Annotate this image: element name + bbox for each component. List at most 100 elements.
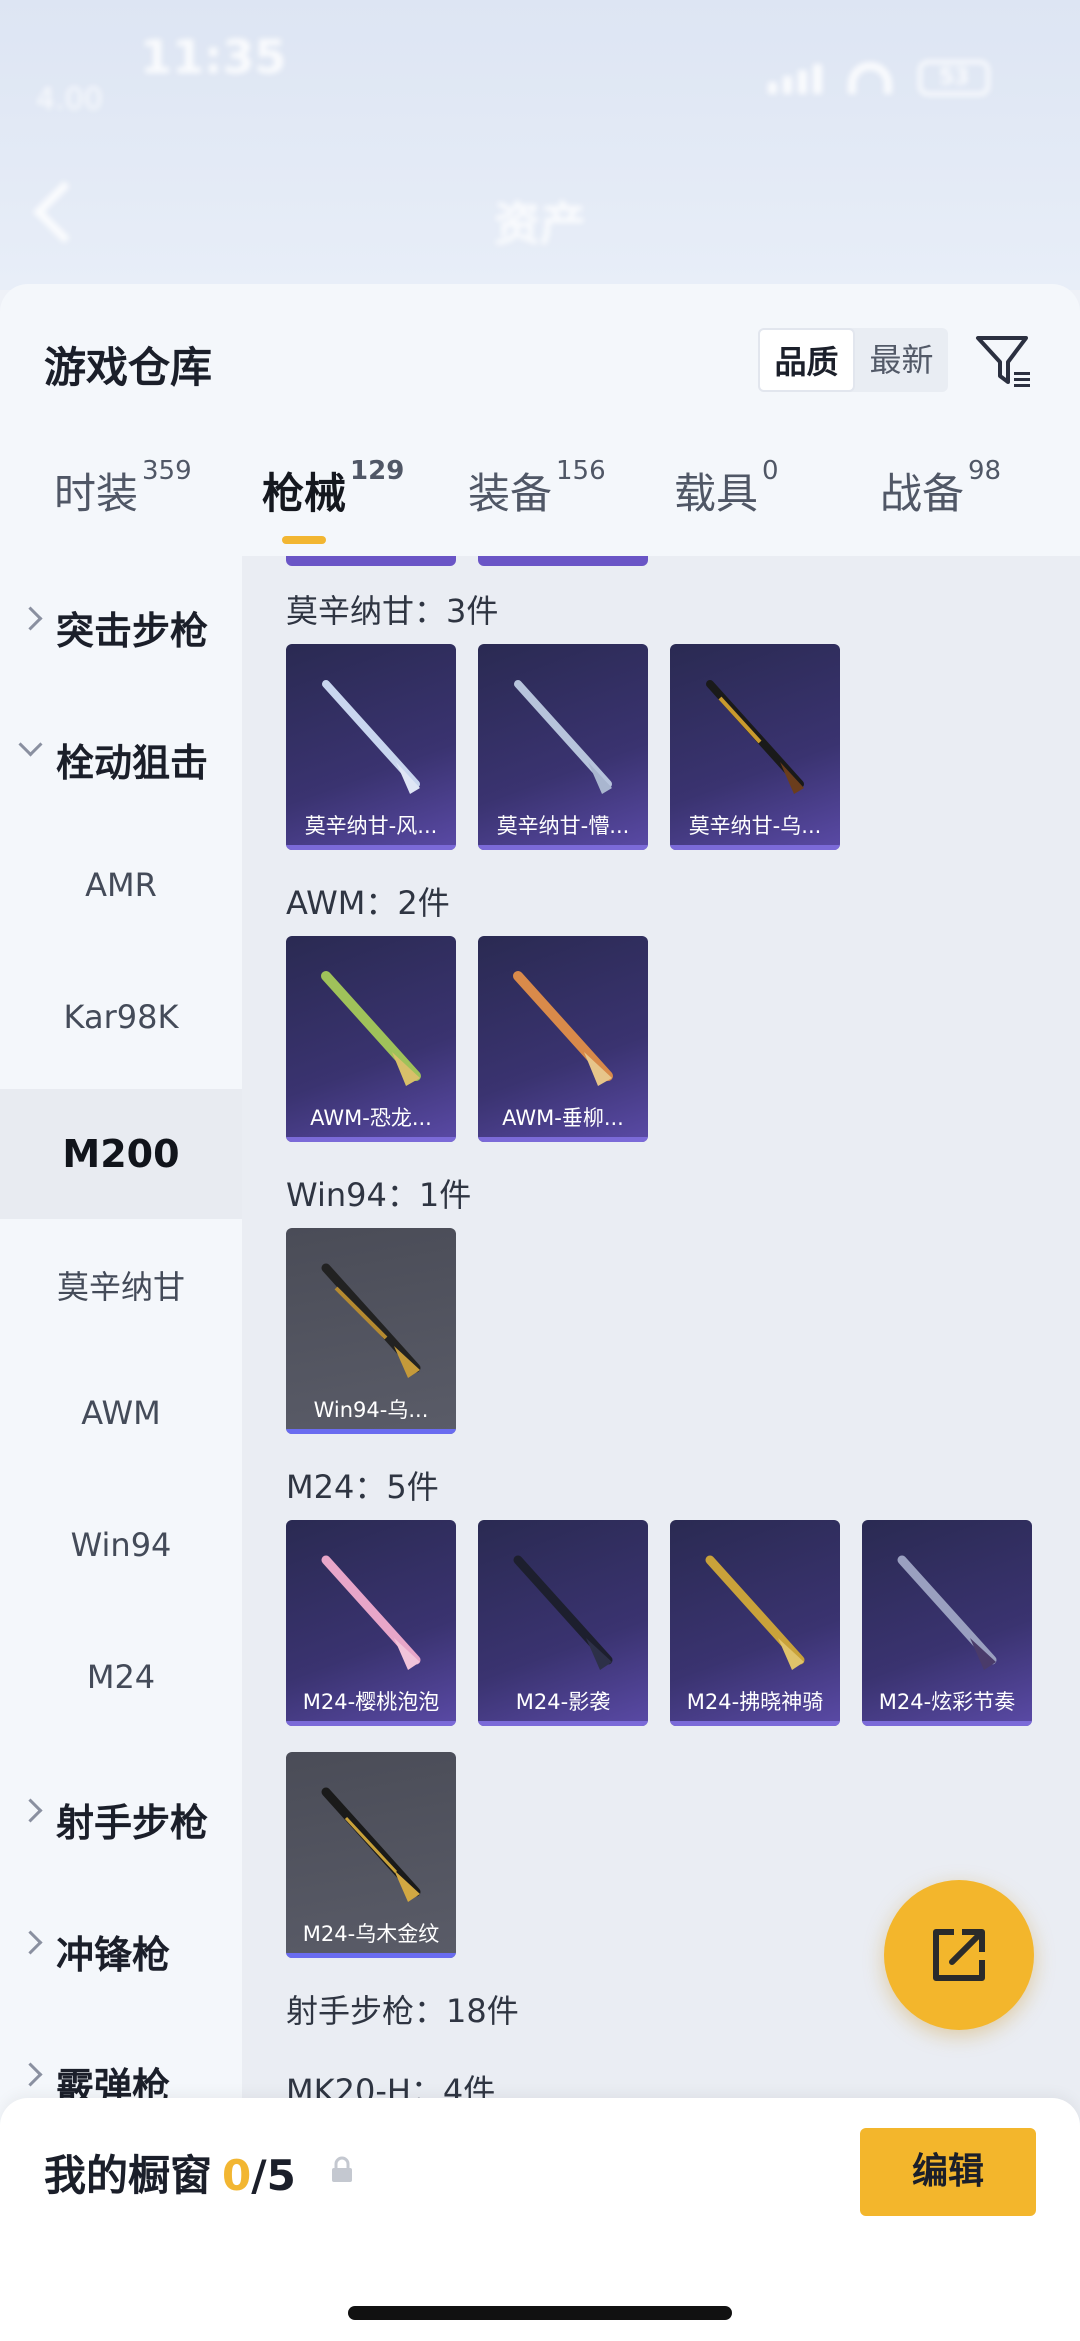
status-time: 11:35 [140, 30, 287, 84]
category-label: 栓动狙击 [56, 741, 209, 785]
showcase-title: 我的橱窗 0/5 [44, 2142, 296, 2203]
subcategory-m24[interactable]: M24 [0, 1658, 242, 1696]
rifle-icon [513, 1555, 613, 1670]
rifle-icon [321, 1555, 421, 1670]
weapon-card[interactable]: M24-炫彩节奏 [862, 1520, 1032, 1726]
section-label-mosin: 莫辛纳甘：3件 [286, 592, 499, 630]
showcase-bar: 我的橱窗 0/5 编辑 [0, 2098, 1080, 2341]
tab-equipment[interactable]: 装备 156 [468, 456, 606, 521]
tab-gear[interactable]: 战备 98 [880, 456, 1001, 521]
status-sub: 4.00 [36, 82, 103, 117]
subcategory-m200[interactable]: M200 [0, 1089, 242, 1219]
weapon-card[interactable]: AWM-恐龙... [286, 936, 456, 1142]
subcategory-win94[interactable]: Win94 [0, 1526, 242, 1564]
card-bar [670, 1721, 840, 1726]
weapon-card[interactable]: 莫辛纳甘-懵... [478, 644, 648, 850]
lock-icon [332, 2156, 352, 2182]
section-label-win94: Win94：1件 [286, 1176, 472, 1214]
chevron-right-icon [18, 606, 43, 631]
weapon-card[interactable]: M24-拂晓神骑 [670, 1520, 840, 1726]
category-label: 射手步枪 [56, 1801, 209, 1845]
rifle-icon [705, 1555, 805, 1670]
showcase-label: 我的橱窗 [44, 2151, 213, 2200]
card-bar [478, 1137, 648, 1142]
subcategory-mosin[interactable]: 莫辛纳甘 [0, 1262, 242, 1308]
tab-gear-label: 战备 [880, 469, 965, 518]
battery-icon: 53 [918, 60, 990, 96]
tab-vehicles[interactable]: 载具 0 [674, 456, 779, 521]
category-label: 突击步枪 [56, 609, 209, 653]
weapon-name: M24-炫彩节奏 [878, 1690, 1016, 1714]
weapon-card[interactable]: M24-乌木金纹 [286, 1752, 456, 1958]
weapon-name: AWM-恐龙... [310, 1106, 432, 1130]
weapon-grid: 莫辛纳甘：3件 莫辛纳甘-风... 莫辛纳甘-懵... 莫辛纳甘-乌... AW… [242, 556, 1080, 2341]
tab-outfit-count: 359 [142, 456, 192, 486]
card-bar [286, 1721, 456, 1726]
weapon-name: M24-樱桃泡泡 [302, 1690, 440, 1714]
tab-gear-count: 98 [968, 456, 1002, 486]
tab-equipment-count: 156 [556, 456, 606, 486]
subcategory-kar98k[interactable]: Kar98K [0, 998, 242, 1036]
weapon-card[interactable]: M24-影袭 [478, 1520, 648, 1726]
card-bar [862, 1721, 1032, 1726]
rifle-icon [321, 1263, 421, 1378]
weapon-name: 莫辛纳甘-风... [304, 814, 438, 838]
rifle-icon [321, 971, 421, 1086]
edit-button[interactable]: 编辑 [860, 2128, 1036, 2216]
weapon-name: AWM-垂柳... [502, 1106, 624, 1130]
tab-vehicles-count: 0 [762, 456, 779, 486]
sort-toggle: 品质 最新 [758, 328, 948, 392]
rifle-icon [706, 680, 804, 794]
tab-outfit[interactable]: 时装 359 [54, 456, 192, 521]
subcategory-awm[interactable]: AWM [0, 1394, 242, 1432]
section-label-m24: M24：5件 [286, 1468, 439, 1506]
section-label-awm: AWM：2件 [286, 884, 450, 922]
top-bar: 11:35 4.00 53 资产 [0, 0, 1080, 290]
tab-outfit-label: 时装 [54, 469, 139, 518]
weapon-card[interactable]: 莫辛纳甘-风... [286, 644, 456, 850]
rifle-icon [513, 971, 613, 1086]
weapon-name: 莫辛纳甘-乌... [688, 814, 822, 838]
rifle-icon [322, 680, 420, 794]
tab-weapons-label: 枪械 [262, 469, 347, 518]
card-bar [478, 845, 648, 850]
share-icon [933, 1929, 985, 1981]
rifle-icon [897, 1555, 997, 1670]
page-title: 资产 [494, 197, 586, 251]
weapon-card[interactable]: M24-樱桃泡泡 [286, 1520, 456, 1726]
rifle-icon [514, 680, 612, 794]
category-label: 冲锋枪 [56, 1933, 171, 1977]
showcase-count-total: /5 [251, 2151, 296, 2200]
weapon-card[interactable]: Win94-乌... [286, 1228, 456, 1434]
share-button[interactable] [884, 1880, 1034, 2030]
sort-latest[interactable]: 最新 [855, 328, 948, 392]
category-list: 突击步枪 栓动狙击 AMR Kar98K M200 莫辛纳甘 AWM Win94… [0, 556, 242, 2341]
chevron-down-icon [18, 732, 43, 757]
card-bar [286, 1137, 456, 1142]
weapon-name: Win94-乌... [313, 1398, 429, 1422]
signal-icon [768, 62, 822, 94]
weapon-card[interactable]: AWM-垂柳... [478, 936, 648, 1142]
warehouse-sheet: 游戏仓库 品质 最新 时装 359 枪械 129 装备 156 载具 0 战备 98 突击… [0, 284, 1080, 2341]
card-edge [478, 556, 648, 566]
weapon-card[interactable]: 莫辛纳甘-乌... [670, 644, 840, 850]
status-icons: 53 [768, 60, 990, 96]
weapon-name: M24-乌木金纹 [302, 1922, 440, 1946]
subcategory-amr[interactable]: AMR [0, 866, 242, 904]
rifle-icon [321, 1787, 421, 1902]
tab-weapons-count: 129 [350, 456, 405, 486]
active-tab-indicator [282, 536, 326, 544]
wifi-icon [848, 62, 892, 94]
weapon-name: M24-影袭 [515, 1690, 611, 1714]
card-edge [286, 556, 456, 566]
card-bar [286, 1429, 456, 1434]
weapon-name: M24-拂晓神骑 [686, 1690, 824, 1714]
chevron-right-icon [18, 1798, 43, 1823]
filter-icon[interactable] [974, 332, 1034, 392]
card-bar [670, 845, 840, 850]
home-indicator [348, 2306, 732, 2320]
sort-quality[interactable]: 品质 [758, 328, 855, 392]
tab-vehicles-label: 载具 [674, 469, 759, 518]
tab-weapons[interactable]: 枪械 129 [262, 456, 404, 521]
category-tabs: 时装 359 枪械 129 装备 156 载具 0 战备 98 [0, 456, 1080, 540]
